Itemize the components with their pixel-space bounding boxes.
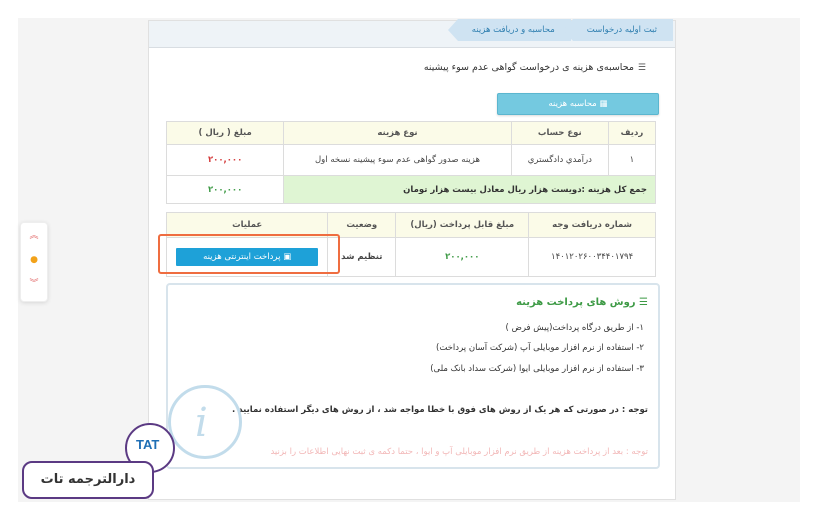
step-calculate-payment[interactable]: محاسبه و دریافت هزینه — [447, 19, 571, 41]
info-icon: i — [168, 385, 242, 459]
breadcrumb: ثبت اولیه درخواست محاسبه و دریافت هزینه — [447, 19, 673, 41]
account-type: درآمدي دادگستري — [510, 144, 609, 176]
flame-icon[interactable]: ● — [27, 253, 41, 267]
side-widget: ︽ ● ︾ — [20, 222, 48, 302]
payment-faded-note: توجه : بعد از پرداخت هزینه از طریق نرم ا… — [270, 447, 648, 457]
total-row: جمع کل هزینه :دویست هزار ریال معادل بیست… — [165, 175, 656, 204]
total-amount: ۲۰۰,۰۰۰ — [165, 175, 285, 204]
scroll-down-icon[interactable]: ︾ — [27, 277, 41, 291]
payment-methods-title: ☰ روش های پرداخت هزینه — [516, 297, 648, 308]
list-item: ۱- از طریق درگاه پرداخت(پیش فرض ) — [505, 323, 644, 333]
payment-methods-title-text: روش های پرداخت هزینه — [516, 297, 636, 308]
calculator-icon: ▦ — [599, 99, 608, 109]
list-icon: ☰ — [637, 63, 646, 73]
list-item: ۳- استفاده از نرم افزار موبایلی ایوا (شر… — [430, 364, 644, 374]
scroll-up-icon[interactable]: ︽ — [27, 229, 41, 243]
row-number: ۱ — [607, 144, 657, 176]
calculate-cost-button[interactable]: ▦ محاسبه هزینه — [497, 93, 659, 115]
step-initial-registration[interactable]: ثبت اولیه درخواست — [562, 19, 673, 41]
payment-methods-box: ☰ روش های پرداخت هزینه ۱- از طریق درگاه … — [166, 283, 660, 469]
payment-note: توجه : در صورتی که هر یک از روش های فوق … — [232, 405, 648, 415]
page-title-text: محاسبه‌ی هزینه ی درخواست گواهی عدم سوء پ… — [423, 62, 634, 73]
cost-type: هزینه صدور گواهی عدم سوء پیشینه نسخه اول — [283, 144, 512, 176]
list-icon: ☰ — [639, 297, 648, 308]
calculate-cost-label: محاسبه هزینه — [548, 99, 597, 109]
column-header: نوع حساب — [510, 121, 609, 145]
highlight-frame — [158, 234, 340, 274]
list-item: ۲- استفاده از نرم افزار موبایلی آپ (شرکت… — [436, 343, 644, 353]
brand-logo-text: TAT — [136, 437, 160, 452]
column-header: ردیف — [607, 121, 657, 145]
brand-name: دارالترجمه تات — [22, 461, 154, 499]
cost-amount: ۲۰۰,۰۰۰ — [165, 144, 285, 176]
table-row: ۱ درآمدي دادگستري هزینه صدور گواهی عدم س… — [165, 144, 657, 176]
cost-table: ردیف نوع حساب نوع هزینه مبلغ ( ریال ) ۱ … — [165, 121, 657, 204]
column-header: شماره دریافت وجه — [528, 212, 656, 238]
total-label: جمع کل هزینه :دویست هزار ریال معادل بیست… — [283, 175, 656, 204]
page-title: ☰محاسبه‌ی هزینه ی درخواست گواهی عدم سوء … — [424, 62, 646, 73]
column-header: مبلغ ( ریال ) — [165, 121, 285, 145]
receipt-number: ۱۴۰۱۲۰۲۶۰۰۳۴۴۰۱۷۹۴ — [528, 237, 656, 277]
payable-amount: ۲۰۰,۰۰۰ — [395, 237, 530, 277]
column-header: مبلغ قابل پرداخت (ریال) — [395, 212, 530, 238]
column-header: نوع هزینه — [283, 121, 512, 145]
